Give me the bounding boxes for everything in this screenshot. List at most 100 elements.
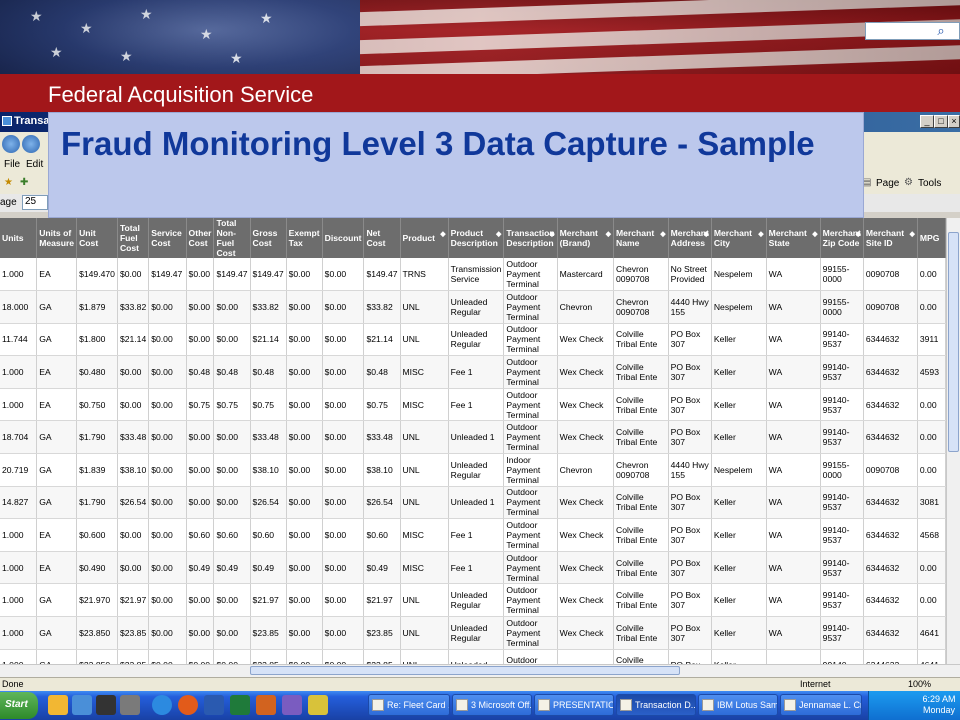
table-row[interactable]: 20.719 GA $1.839 $38.10 $0.00 $0.00 $0.00 $38.1… <box>0 453 946 487</box>
sort-icon[interactable]: ◆ <box>549 230 554 240</box>
column-header[interactable]: Merchant (Brand) ◆ <box>557 218 615 258</box>
table-cell: 1.000 <box>0 518 38 552</box>
column-header[interactable]: Discount <box>322 218 365 258</box>
table-row[interactable]: 1.000GA$23.850$23.85$0.00$0.00$0.00$23.8… <box>0 616 946 650</box>
column-header[interactable]: Merchant Zip Code ◆ <box>820 218 864 258</box>
column-header[interactable]: Transaction Description ◆ <box>503 218 558 258</box>
table-cell: MISC <box>400 551 449 585</box>
zoom-level[interactable]: 100% <box>908 679 931 689</box>
table-row[interactable]: 18.000 GA $1.879 $33.82 $0.00 $0.00 $0.00 $33.8… <box>0 290 946 324</box>
quicklaunch-icon[interactable] <box>48 695 68 715</box>
table-cell: $0.00 <box>286 355 323 389</box>
table-row[interactable]: 1.000 EA $0.750 $0.00 $0.00 $0.75 $0.75 $0.75 $0… <box>0 388 946 422</box>
table-row[interactable]: 1.000 EA $0.480 $0.00 $0.00 $0.48 $0.48 $0.48 $0… <box>0 355 946 389</box>
table-cell: GA <box>36 486 78 520</box>
quicklaunch-icon[interactable] <box>72 695 92 715</box>
table-cell: $0.48 <box>186 355 215 389</box>
tools-menu[interactable]: Tools <box>918 178 941 189</box>
table-cell: $0.00 <box>322 355 365 389</box>
column-header[interactable]: Net Cost <box>363 218 401 258</box>
column-header[interactable]: Merchant City ◆ <box>711 218 767 258</box>
sort-icon[interactable]: ◆ <box>855 230 860 240</box>
column-header[interactable]: Total Non-Fuel Cost <box>213 218 251 258</box>
firefox-icon[interactable] <box>178 695 198 715</box>
column-header[interactable]: Product Description ◆ <box>448 218 505 258</box>
add-favorites-icon[interactable]: ✚ <box>20 177 28 188</box>
column-header[interactable]: Exempt Tax <box>286 218 323 258</box>
table-cell: $0.00 <box>186 649 215 664</box>
page-menu[interactable]: Page <box>876 178 899 189</box>
phone-icon[interactable] <box>120 695 140 715</box>
sort-icon[interactable]: ◆ <box>660 230 665 240</box>
menu-edit[interactable]: Edit <box>26 159 43 170</box>
column-header[interactable]: Units <box>0 218 38 258</box>
column-header[interactable]: Merchant State ◆ <box>766 218 821 258</box>
column-header[interactable]: Product ◆ <box>400 218 449 258</box>
flag-banner: ★ ★ ★ ★ ★ ★ ★ ★ <box>0 0 960 74</box>
column-header[interactable]: Units of Measure <box>36 218 78 258</box>
column-header[interactable]: Merchant Site ID ◆ <box>863 218 918 258</box>
page-size-select[interactable]: 25 <box>22 195 48 210</box>
table-row[interactable]: 1.000 GA $21.970 $21.97 $0.00 $0.00 $0.00 $21.9… <box>0 583 946 618</box>
table-row[interactable]: 1.000 EA $0.600 $0.00 $0.00 $0.60 $0.60 $0.60 $0… <box>0 518 946 552</box>
column-header[interactable]: Total Fuel Cost <box>117 218 150 258</box>
folder-icon <box>538 699 550 711</box>
sort-icon[interactable]: ◆ <box>758 230 763 240</box>
column-header[interactable]: Merchant Name ◆ <box>613 218 669 258</box>
table-row[interactable]: 1.000GA$23.850$23.85$0.00$0.00$0.00$23.8… <box>0 649 946 664</box>
table-cell: PO Box <box>668 649 712 664</box>
column-header[interactable]: Service Cost <box>148 218 187 258</box>
sort-icon[interactable]: ◆ <box>812 230 817 240</box>
start-button[interactable]: Start <box>0 692 38 719</box>
taskbar-item[interactable]: Jennamae L. Cr... <box>780 694 862 716</box>
table-row[interactable]: 14.827 GA $1.790 $26.54 $0.00 $0.00 $0.00 $26.5… <box>0 486 946 520</box>
table-cell: $0.00 <box>322 649 365 664</box>
sort-icon[interactable]: ◆ <box>440 230 445 240</box>
sort-icon[interactable]: ◆ <box>703 230 708 240</box>
table-cell: $0.00 <box>322 551 365 585</box>
table-cell: Outdoor Payment Terminal <box>503 551 558 585</box>
column-header[interactable]: MPG <box>917 218 946 258</box>
close-button[interactable]: × <box>948 115 960 128</box>
column-header[interactable]: Unit Cost <box>76 218 118 258</box>
table-cell: Nespelem <box>711 258 767 292</box>
table-cell: Wex Check <box>557 323 615 357</box>
taskbar-item[interactable]: IBM Lotus Samet... <box>698 694 778 716</box>
column-header[interactable]: Merchant Address ◆ <box>668 218 712 258</box>
column-header[interactable]: Gross Cost <box>250 218 287 258</box>
powerpoint-icon[interactable] <box>256 695 276 715</box>
table-cell: $0.00 <box>213 583 251 618</box>
horizontal-scroll-thumb[interactable] <box>250 666 680 675</box>
taskbar-item[interactable]: 3 Microsoft Off... <box>452 694 532 716</box>
column-header-label: Other Cost <box>188 228 212 248</box>
table-row[interactable]: 11.744 GA $1.800 $21.14 $0.00 $0.00 $0.00 $21.1… <box>0 323 946 357</box>
publisher-icon[interactable] <box>282 695 302 715</box>
table-row[interactable]: 1.000 EA $0.490 $0.00 $0.00 $0.49 $0.49 $0.49 $0… <box>0 551 946 585</box>
sort-icon[interactable]: ◆ <box>909 230 914 240</box>
taskbar-item-active[interactable]: Transaction D... <box>616 694 696 716</box>
table-row[interactable]: 18.704 GA $1.790 $33.48 $0.00 $0.00 $0.00 $33.4… <box>0 420 946 455</box>
excel-icon[interactable] <box>230 695 250 715</box>
clock[interactable]: 6:29 AM Monday <box>920 694 958 716</box>
sort-icon[interactable]: ◆ <box>496 230 501 240</box>
taskbar-item[interactable]: PRESENTATIONS <box>534 694 614 716</box>
email-icon <box>372 699 384 711</box>
table-cell: WA <box>766 551 821 585</box>
back-icon[interactable] <box>2 135 20 153</box>
forward-icon[interactable] <box>22 135 40 153</box>
favorites-icon[interactable]: ★ <box>4 177 13 188</box>
taskbar-item[interactable]: Re: Fleet Card ... <box>368 694 450 716</box>
column-header[interactable]: Other Cost <box>186 218 215 258</box>
table-cell <box>766 649 821 664</box>
quicklaunch-icon[interactable] <box>96 695 116 715</box>
search-icon[interactable]: ⌕ <box>933 23 949 39</box>
maximize-button[interactable]: □ <box>934 115 948 128</box>
vertical-scroll-thumb[interactable] <box>948 232 959 452</box>
sort-icon[interactable]: ◆ <box>606 230 611 240</box>
word-icon[interactable] <box>204 695 224 715</box>
quicklaunch-icon[interactable] <box>308 695 328 715</box>
ie-icon[interactable] <box>152 695 172 715</box>
table-row[interactable]: 1.000 EA $149.470 $0.00 $149.47 $0.00 $149.47 $… <box>0 258 946 292</box>
minimize-button[interactable]: _ <box>920 115 934 128</box>
menu-file[interactable]: File <box>4 159 20 170</box>
